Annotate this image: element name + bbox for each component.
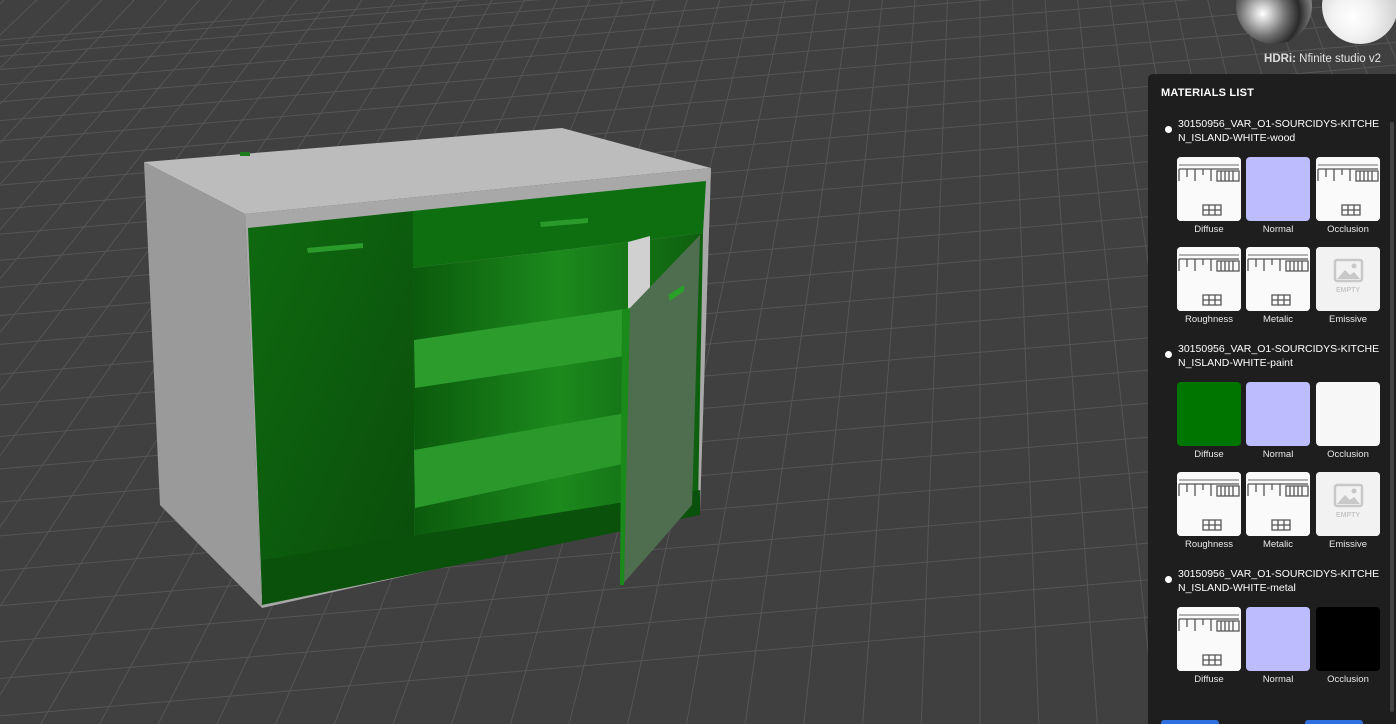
material-name: 30150956_VAR_O1-SOURCIDYS-KITCHEN_ISLAND… bbox=[1178, 343, 1380, 369]
texture-map-icon bbox=[1246, 247, 1310, 311]
texture-thumbnail[interactable] bbox=[1246, 157, 1310, 221]
texture-map-icon bbox=[1177, 607, 1241, 671]
texture-thumbnail[interactable] bbox=[1177, 472, 1241, 536]
texture-thumbnail[interactable] bbox=[1316, 607, 1380, 671]
texture-slot-occlusion[interactable]: Occlusion bbox=[1316, 157, 1380, 235]
material-name: 30150956_VAR_O1-SOURCIDYS-KITCHEN_ISLAND… bbox=[1178, 568, 1380, 594]
material-name: 30150956_VAR_O1-SOURCIDYS-KITCHEN_ISLAND… bbox=[1178, 118, 1380, 144]
texture-slot-emissive[interactable]: EMPTY Emissive bbox=[1316, 247, 1380, 325]
texture-label: Metalic bbox=[1262, 539, 1294, 550]
texture-thumbnail[interactable] bbox=[1177, 247, 1241, 311]
hdri-label: HDRi: Nfinite studio v2 bbox=[1264, 53, 1381, 65]
texture-map-icon bbox=[1316, 157, 1380, 221]
texture-map-icon bbox=[1177, 247, 1241, 311]
texture-thumbnail[interactable] bbox=[1246, 607, 1310, 671]
material-select-radio[interactable] bbox=[1165, 576, 1172, 583]
texture-label: Emissive bbox=[1328, 539, 1367, 550]
hdri-name: Nfinite studio v2 bbox=[1299, 53, 1381, 65]
texture-label: Normal bbox=[1262, 224, 1294, 235]
material-header[interactable]: 30150956_VAR_O1-SOURCIDYS-KITCHEN_ISLAND… bbox=[1148, 342, 1388, 378]
material-item: 30150956_VAR_O1-SOURCIDYS-KITCHEN_ISLAND… bbox=[1148, 342, 1388, 550]
texture-slot-normal[interactable]: Normal bbox=[1246, 157, 1310, 235]
texture-thumbnail[interactable] bbox=[1246, 472, 1310, 536]
kitchen-cabinet-model[interactable] bbox=[144, 128, 711, 608]
panel-scrollbar[interactable] bbox=[1390, 122, 1394, 712]
material-header[interactable]: 30150956_VAR_O1-SOURCIDYS-KITCHEN_ISLAND… bbox=[1148, 567, 1388, 603]
texture-slot-metalic[interactable]: Metalic bbox=[1246, 472, 1310, 550]
empty-image-icon: EMPTY bbox=[1316, 247, 1380, 311]
texture-slot-occlusion[interactable]: Occlusion bbox=[1316, 382, 1380, 460]
texture-slot-metalic[interactable]: Metalic bbox=[1246, 247, 1310, 325]
texture-thumbnail[interactable] bbox=[1246, 382, 1310, 446]
texture-thumbnail[interactable] bbox=[1246, 247, 1310, 311]
texture-thumbnail[interactable]: EMPTY bbox=[1316, 247, 1380, 311]
svg-text:EMPTY: EMPTY bbox=[1336, 512, 1360, 519]
texture-thumbnail[interactable] bbox=[1316, 157, 1380, 221]
texture-thumbnail[interactable] bbox=[1177, 157, 1241, 221]
empty-image-icon: EMPTY bbox=[1316, 472, 1380, 536]
texture-label: Occlusion bbox=[1327, 449, 1369, 460]
svg-text:EMPTY: EMPTY bbox=[1336, 287, 1360, 294]
panel-bottom-button-left[interactable] bbox=[1161, 720, 1219, 724]
texture-label: Occlusion bbox=[1327, 674, 1369, 685]
texture-slot-occlusion[interactable]: Occlusion bbox=[1316, 607, 1380, 685]
material-header[interactable]: 30150956_VAR_O1-SOURCIDYS-KITCHEN_ISLAND… bbox=[1148, 117, 1388, 153]
texture-map-icon bbox=[1177, 472, 1241, 536]
texture-label: Emissive bbox=[1328, 314, 1367, 325]
texture-thumbnail[interactable] bbox=[1316, 382, 1380, 446]
hdri-previews bbox=[1236, 0, 1396, 46]
hdri-matte-sphere[interactable] bbox=[1322, 0, 1396, 44]
texture-label: Diffuse bbox=[1194, 449, 1224, 460]
texture-label: Diffuse bbox=[1194, 674, 1224, 685]
texture-slot-emissive[interactable]: EMPTY Emissive bbox=[1316, 472, 1380, 550]
material-item: 30150956_VAR_O1-SOURCIDYS-KITCHEN_ISLAND… bbox=[1148, 117, 1388, 325]
texture-label: Normal bbox=[1262, 449, 1294, 460]
texture-label: Roughness bbox=[1184, 314, 1234, 325]
texture-label: Normal bbox=[1262, 674, 1294, 685]
texture-slot-diffuse[interactable]: Diffuse bbox=[1177, 157, 1241, 235]
texture-thumbnail[interactable]: EMPTY bbox=[1316, 472, 1380, 536]
material-item: 30150956_VAR_O1-SOURCIDYS-KITCHEN_ISLAND… bbox=[1148, 567, 1388, 685]
material-select-radio[interactable] bbox=[1165, 126, 1172, 133]
texture-label: Occlusion bbox=[1327, 224, 1369, 235]
hdri-chrome-sphere[interactable] bbox=[1236, 0, 1312, 44]
hdri-prefix: HDRi: bbox=[1264, 53, 1296, 65]
texture-slot-diffuse[interactable]: Diffuse bbox=[1177, 382, 1241, 460]
texture-slot-roughness[interactable]: Roughness bbox=[1177, 472, 1241, 550]
material-select-radio[interactable] bbox=[1165, 351, 1172, 358]
texture-map-icon bbox=[1177, 157, 1241, 221]
texture-slot-diffuse[interactable]: Diffuse bbox=[1177, 607, 1241, 685]
texture-label: Diffuse bbox=[1194, 224, 1224, 235]
texture-slot-normal[interactable]: Normal bbox=[1246, 382, 1310, 460]
materials-panel: MATERIALS LIST 30150956_VAR_O1-SOURCIDYS… bbox=[1148, 74, 1396, 724]
panel-bottom-button-right[interactable] bbox=[1305, 720, 1363, 724]
texture-map-icon bbox=[1246, 472, 1310, 536]
texture-slot-normal[interactable]: Normal bbox=[1246, 607, 1310, 685]
texture-label: Metalic bbox=[1262, 314, 1294, 325]
texture-thumbnail[interactable] bbox=[1177, 607, 1241, 671]
panel-title: MATERIALS LIST bbox=[1161, 87, 1255, 99]
texture-slot-roughness[interactable]: Roughness bbox=[1177, 247, 1241, 325]
texture-thumbnail[interactable] bbox=[1177, 382, 1241, 446]
texture-label: Roughness bbox=[1184, 539, 1234, 550]
